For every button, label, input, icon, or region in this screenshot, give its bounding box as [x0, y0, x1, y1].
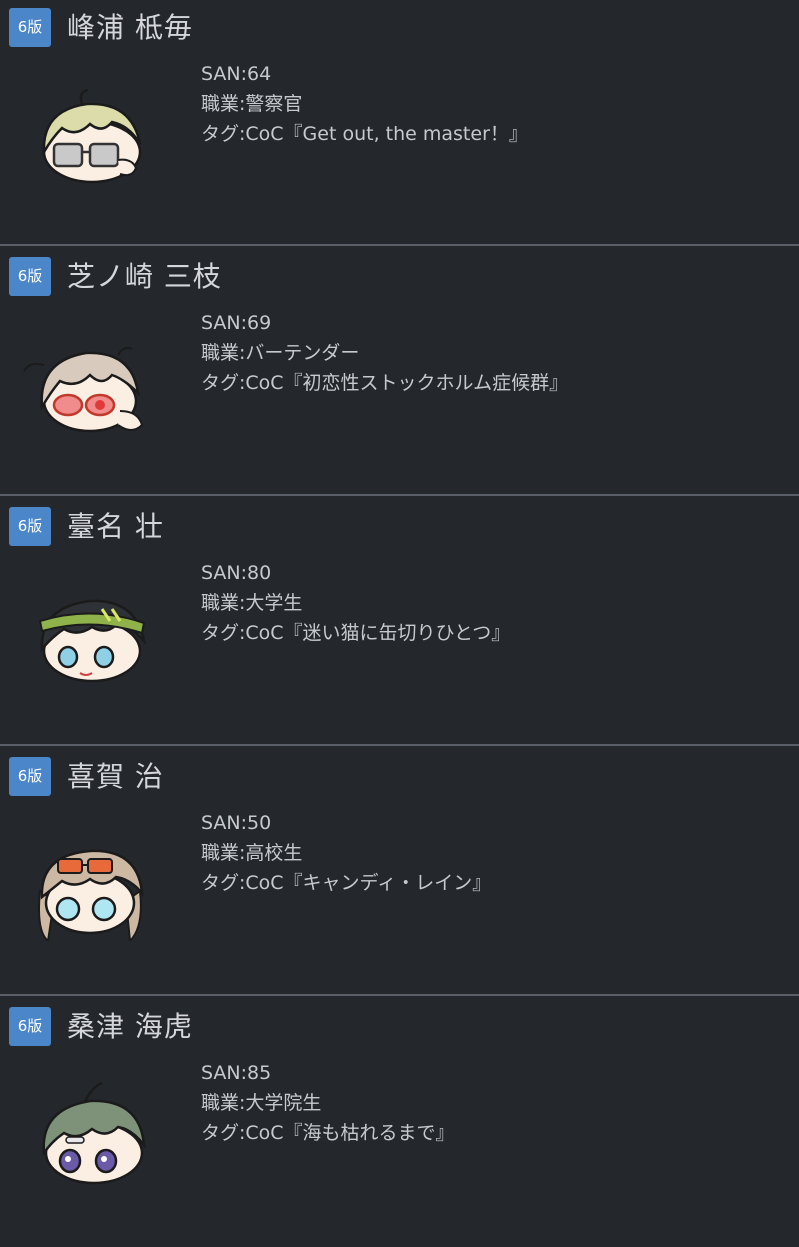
- occupation: 職業:大学院生: [201, 1092, 322, 1114]
- character-card[interactable]: 6版 喜賀 治 SAN:50 職業:高校生 タグ:CoC『キャンディ・レイン』: [0, 749, 799, 997]
- character-card[interactable]: 6版 峰浦 柢毎 SAN:64 職業:警察官 タグ:CoC『Get out, t…: [0, 0, 799, 248]
- occupation: 職業:大学生: [201, 592, 303, 614]
- san-value: SAN:50: [201, 812, 272, 834]
- character-name[interactable]: 臺名 壮: [67, 505, 164, 549]
- edition-badge: 6版: [9, 257, 51, 296]
- san-value: SAN:64: [201, 63, 272, 85]
- character-avatar-icon[interactable]: [32, 581, 152, 691]
- character-info: SAN:50 職業:高校生 タグ:CoC『キャンディ・レイン』: [201, 808, 491, 898]
- divider: [0, 744, 799, 746]
- edition-badge: 6版: [9, 507, 51, 546]
- character-avatar-icon[interactable]: [32, 831, 152, 944]
- character-card[interactable]: 6版 芝ノ崎 三枝 SAN:69 職業:バーテンダー タグ:CoC『初恋性ストッ…: [0, 249, 799, 497]
- character-info: SAN:69 職業:バーテンダー タグ:CoC『初恋性ストックホルム症候群』: [201, 308, 568, 398]
- character-card[interactable]: 6版 桑津 海虎 SAN:85 職業:大学院生 タグ:CoC『海も枯れるまで』: [0, 999, 799, 1247]
- character-avatar-icon[interactable]: [20, 331, 144, 441]
- occupation: 職業:高校生: [201, 842, 303, 864]
- character-info: SAN:64 職業:警察官 タグ:CoC『Get out, the master…: [201, 59, 528, 149]
- tag-line: タグ:CoC『キャンディ・レイン』: [201, 872, 492, 894]
- tag-line: タグ:CoC『初恋性ストックホルム症候群』: [201, 372, 569, 394]
- character-info: SAN:85 職業:大学院生 タグ:CoC『海も枯れるまで』: [201, 1058, 455, 1148]
- occupation: 職業:警察官: [201, 93, 303, 115]
- san-value: SAN:80: [201, 562, 272, 584]
- character-avatar-icon[interactable]: [32, 1081, 152, 1191]
- character-avatar-icon[interactable]: [32, 82, 152, 192]
- edition-badge: 6版: [9, 8, 51, 47]
- divider: [0, 994, 799, 996]
- edition-badge: 6版: [9, 757, 51, 796]
- san-value: SAN:69: [201, 312, 272, 334]
- tag-line: タグ:CoC『海も枯れるまで』: [201, 1122, 455, 1144]
- divider: [0, 494, 799, 496]
- tag-line: タグ:CoC『迷い猫に缶切りひとつ』: [201, 622, 511, 644]
- san-value: SAN:85: [201, 1062, 272, 1084]
- tag-line: タグ:CoC『Get out, the master！』: [201, 123, 528, 145]
- character-info: SAN:80 職業:大学生 タグ:CoC『迷い猫に缶切りひとつ』: [201, 558, 510, 648]
- character-name[interactable]: 桑津 海虎: [67, 1005, 193, 1049]
- character-name[interactable]: 峰浦 柢毎: [67, 6, 193, 50]
- character-list: 6版 峰浦 柢毎 SAN:64 職業:警察官 タグ:CoC『Get out, t…: [0, 0, 799, 1238]
- character-name[interactable]: 芝ノ崎 三枝: [67, 255, 222, 299]
- edition-badge: 6版: [9, 1007, 51, 1046]
- character-card[interactable]: 6版 臺名 壮 SAN:80 職業:大学生 タグ:CoC『迷い猫に缶切りひとつ』: [0, 499, 799, 747]
- occupation: 職業:バーテンダー: [201, 342, 360, 364]
- character-name[interactable]: 喜賀 治: [67, 755, 164, 799]
- divider: [0, 244, 799, 246]
